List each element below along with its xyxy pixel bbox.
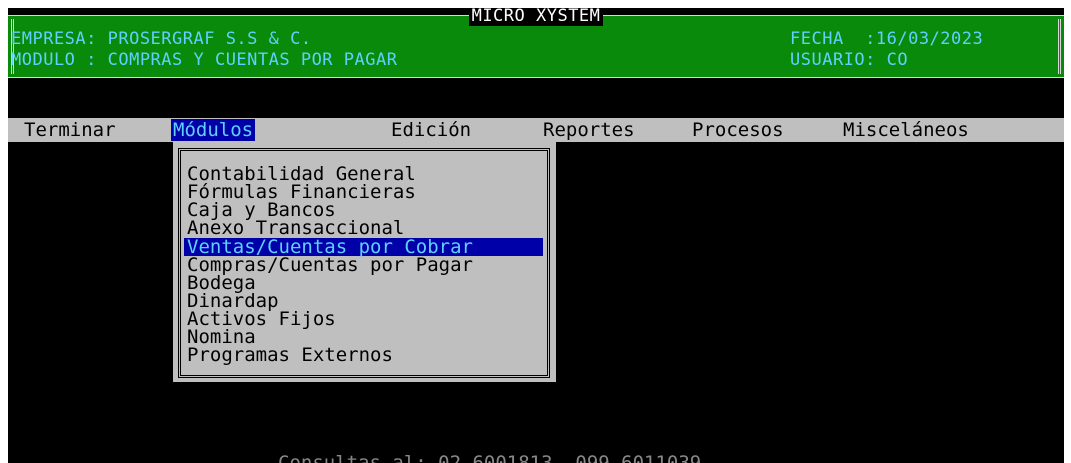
menu-item-edicion[interactable]: Edición <box>391 119 471 141</box>
menu-item-miscelaneos[interactable]: Misceláneos <box>843 119 969 141</box>
app-title-text: MICRO XYSTEM <box>468 8 604 26</box>
module-label: MODULO : COMPRAS Y CUENTAS POR PAGAR <box>11 50 398 70</box>
date-label: FECHA :16/03/2023 <box>790 29 984 49</box>
dropdown-item-anexo[interactable]: Anexo Transaccional <box>187 219 543 238</box>
user-label: USUARIO: CO <box>790 50 909 70</box>
menu-item-reportes[interactable]: Reportes <box>543 119 635 141</box>
menu-bar: Terminar Módulos Edición Reportes Proces… <box>8 118 1064 142</box>
company-label: EMPRESA: PROSERGRAF S.S & C. <box>11 29 312 49</box>
menu-item-procesos[interactable]: Procesos <box>692 119 784 141</box>
menu-item-terminar[interactable]: Terminar <box>24 119 116 141</box>
contact-footer: Consultas al: 02 6001813 099 6011039 <box>278 452 702 463</box>
dropdown-item-programas[interactable]: Programas Externos <box>187 346 543 365</box>
terminal-screen: EMPRESA: PROSERGRAF S.S & C. MODULO : CO… <box>8 8 1064 463</box>
modules-dropdown: Contabilidad General Fórmulas Financiera… <box>173 142 556 382</box>
app-title: MICRO XYSTEM <box>8 8 1064 26</box>
menu-item-modulos[interactable]: Módulos <box>171 119 256 141</box>
